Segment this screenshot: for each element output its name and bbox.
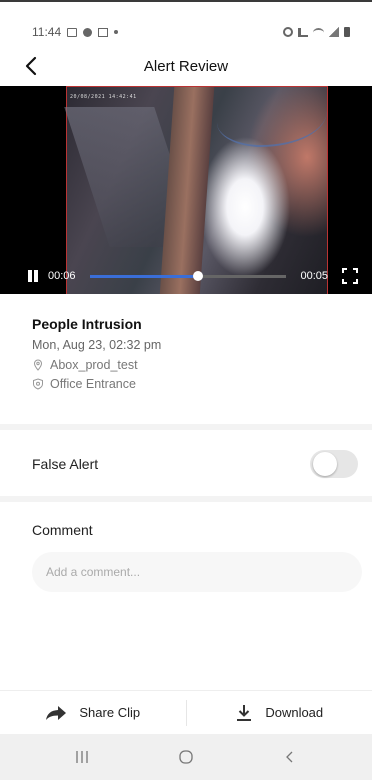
video-controls: 00:06 00:05 bbox=[0, 258, 372, 294]
page-title: Alert Review bbox=[143, 57, 229, 75]
remaining-time: 00:05 bbox=[300, 270, 328, 282]
seek-bar-thumb[interactable] bbox=[192, 270, 203, 281]
event-location-row: Abox_prod_test bbox=[32, 358, 352, 372]
event-location: Abox_prod_test bbox=[50, 358, 138, 372]
chevron-left-icon bbox=[25, 56, 37, 76]
download-button[interactable]: Download bbox=[187, 691, 372, 735]
signal-icon bbox=[329, 27, 339, 37]
top-edge-line bbox=[0, 0, 372, 2]
fullscreen-button[interactable] bbox=[342, 268, 358, 284]
app-header: Alert Review bbox=[0, 50, 372, 82]
battery-icon bbox=[344, 27, 350, 37]
section-divider bbox=[0, 496, 372, 502]
event-camera: Office Entrance bbox=[50, 377, 136, 391]
recents-button[interactable] bbox=[62, 742, 102, 772]
false-alert-toggle[interactable] bbox=[310, 450, 358, 478]
download-icon bbox=[237, 704, 252, 721]
video-overlay-timestamp: 20/08/2021 14:42:41 bbox=[70, 94, 137, 100]
event-camera-row: Office Entrance bbox=[32, 377, 352, 391]
share-clip-button[interactable]: Share Clip bbox=[0, 691, 186, 735]
video-player[interactable]: 20/08/2021 14:42:41 00:06 00:05 bbox=[0, 86, 372, 294]
share-clip-label: Share Clip bbox=[79, 705, 141, 720]
false-alert-row: False Alert bbox=[32, 446, 358, 482]
gallery-icon bbox=[67, 27, 78, 37]
back-icon bbox=[286, 751, 293, 763]
current-time: 00:06 bbox=[48, 270, 76, 282]
alarm-icon bbox=[283, 27, 293, 37]
comment-input[interactable] bbox=[32, 552, 362, 592]
section-divider bbox=[0, 424, 372, 430]
system-back-button[interactable] bbox=[270, 742, 310, 772]
video-scene-wire bbox=[217, 87, 327, 147]
map-pin-icon bbox=[33, 359, 43, 371]
status-bar: 11:44 bbox=[0, 20, 372, 44]
toggle-knob bbox=[313, 452, 337, 476]
mute-icon bbox=[298, 27, 308, 37]
home-icon bbox=[179, 750, 193, 764]
facebook-icon bbox=[83, 27, 93, 37]
fullscreen-icon bbox=[342, 268, 358, 284]
false-alert-label: False Alert bbox=[32, 456, 99, 472]
pause-button[interactable] bbox=[26, 269, 40, 283]
comment-section: Comment bbox=[32, 522, 362, 592]
share-arrow-icon bbox=[46, 705, 67, 720]
action-bar: Share Clip Download bbox=[0, 690, 372, 734]
status-time: 11:44 bbox=[32, 25, 62, 39]
event-title: People Intrusion bbox=[32, 316, 142, 332]
status-left: 11:44 bbox=[32, 25, 119, 39]
seek-bar-fill bbox=[89, 274, 198, 278]
download-label: Download bbox=[265, 705, 324, 720]
event-details: People Intrusion Mon, Aug 23, 02:32 pm A… bbox=[32, 316, 352, 396]
recents-icon bbox=[76, 751, 88, 763]
comment-label: Comment bbox=[32, 522, 93, 538]
mail-icon bbox=[98, 27, 109, 37]
back-button[interactable] bbox=[20, 54, 44, 78]
dot-icon bbox=[114, 30, 119, 34]
status-right bbox=[283, 27, 350, 37]
event-datetime: Mon, Aug 23, 02:32 pm bbox=[32, 338, 162, 352]
system-nav-bar bbox=[0, 734, 372, 780]
wifi-icon bbox=[313, 27, 324, 37]
seek-bar[interactable] bbox=[89, 270, 287, 281]
home-button[interactable] bbox=[166, 742, 206, 772]
shield-icon bbox=[33, 378, 43, 390]
